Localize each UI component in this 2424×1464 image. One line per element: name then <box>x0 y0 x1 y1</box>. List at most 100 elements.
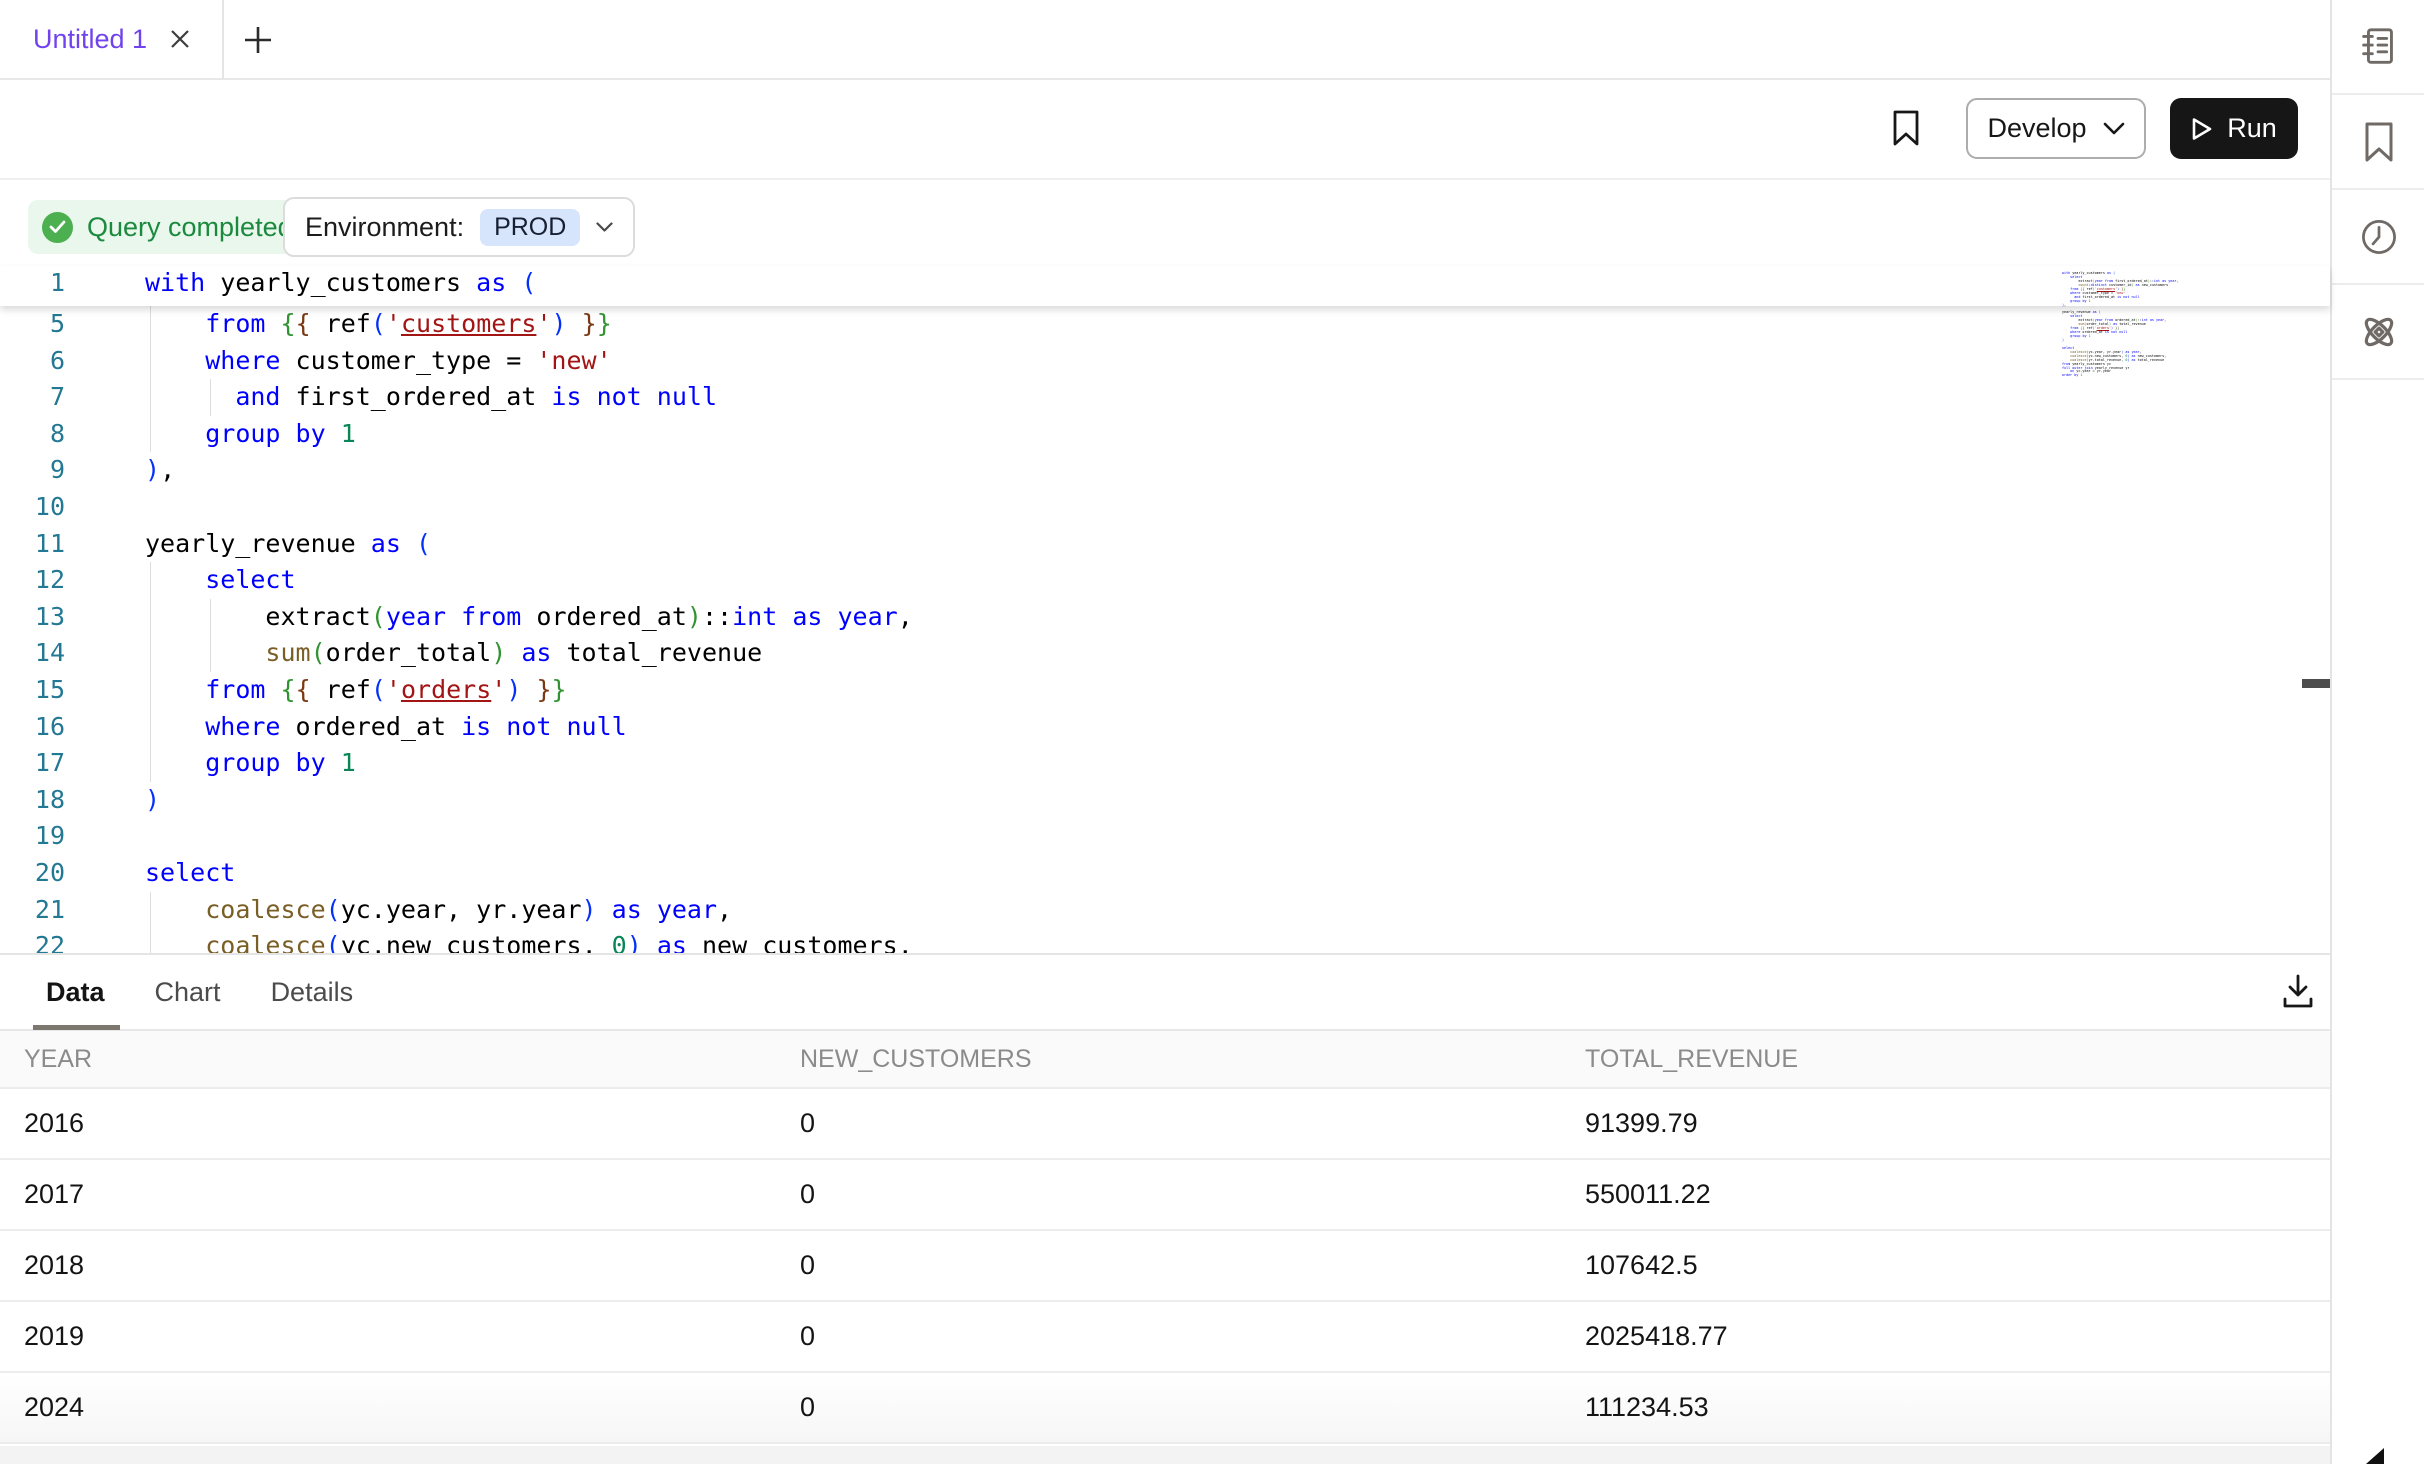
column-header: NEW_CUSTOMERS <box>800 1045 1585 1074</box>
resize-corner-handle[interactable] <box>2366 1448 2384 1464</box>
line-number: 5 <box>0 306 65 343</box>
table-row[interactable]: 2016091399.79 <box>0 1089 2330 1160</box>
line-number: 9 <box>0 452 65 489</box>
tab-details[interactable]: Details <box>271 954 354 1030</box>
table-cell: 2024 <box>24 1392 800 1423</box>
sidebar-item-bookmarks[interactable] <box>2332 95 2424 190</box>
code-line[interactable]: 9), <box>0 452 2215 489</box>
run-label: Run <box>2227 113 2277 144</box>
tab-data[interactable]: Data <box>46 954 105 1030</box>
table-cell: 0 <box>800 1179 1585 1210</box>
line-number: 17 <box>0 745 65 782</box>
code-line[interactable]: 8 group by 1 <box>0 416 2215 453</box>
line-number: 19 <box>0 818 65 855</box>
table-cell: 111234.53 <box>1585 1392 2330 1423</box>
sidebar-item-notebook[interactable] <box>2332 0 2424 95</box>
minimap-line: order by 1 <box>2062 374 2217 378</box>
line-number: 6 <box>0 343 65 380</box>
line-number: 16 <box>0 709 65 746</box>
tab-title: Untitled 1 <box>33 24 147 55</box>
line-number: 8 <box>0 416 65 453</box>
tab-untitled-1[interactable]: Untitled 1 <box>0 0 222 78</box>
tab-chart[interactable]: Chart <box>155 954 221 1030</box>
code-line[interactable]: 20select <box>0 855 2215 892</box>
line-number: 22 <box>0 928 65 953</box>
sql-editor[interactable]: 5 from {{ ref('customers') }}6 where cus… <box>0 266 2330 953</box>
code-line[interactable]: 18) <box>0 782 2215 819</box>
line-number: 14 <box>0 635 65 672</box>
environment-selector[interactable]: Environment: PROD <box>283 197 635 257</box>
run-button[interactable]: Run <box>2170 98 2298 159</box>
code-line[interactable]: 11yearly_revenue as ( <box>0 526 2215 563</box>
table-cell: 2017 <box>24 1179 800 1210</box>
code-line[interactable]: 19 <box>0 818 2215 855</box>
bookmark-icon[interactable] <box>1884 104 1928 152</box>
table-row[interactable]: 201902025418.77 <box>0 1302 2330 1373</box>
line-number: 1 <box>0 266 65 300</box>
table-cell: 0 <box>800 1250 1585 1281</box>
code-line[interactable]: 17 group by 1 <box>0 745 2215 782</box>
line-number: 10 <box>0 489 65 526</box>
table-row[interactable]: 20180107642.5 <box>0 1231 2330 1302</box>
table-bottom-strip <box>0 1446 2330 1464</box>
table-cell: 2025418.77 <box>1585 1321 2330 1352</box>
overview-ruler-marker[interactable] <box>2302 679 2330 688</box>
table-cell: 0 <box>800 1321 1585 1352</box>
line-number: 11 <box>0 526 65 563</box>
code-line[interactable]: 22 coalesce(yc.new_customers, 0) as new_… <box>0 928 2215 953</box>
sticky-scroll-line[interactable]: 1with yearly_customers as ( <box>0 266 2330 306</box>
code-line[interactable]: 14 sum(order_total) as total_revenue <box>0 635 2215 672</box>
toolbar: Develop Run <box>0 80 2330 180</box>
table-row[interactable]: 20240111234.53 <box>0 1373 2330 1444</box>
chevron-down-icon <box>2103 122 2125 136</box>
check-circle-icon <box>42 212 73 243</box>
code-line[interactable]: 21 coalesce(yc.year, yr.year) as year, <box>0 892 2215 929</box>
code-line[interactable]: 15 from {{ ref('orders') }} <box>0 672 2215 709</box>
table-cell: 2019 <box>24 1321 800 1352</box>
column-header: YEAR <box>24 1045 800 1074</box>
notebook-icon <box>2356 24 2402 70</box>
develop-label: Develop <box>1987 113 2086 144</box>
new-tab-button[interactable] <box>236 18 280 62</box>
environment-label: Environment: <box>305 212 464 243</box>
table-body: 2016091399.7920170550011.2220180107642.5… <box>0 1089 2330 1444</box>
table-cell: 550011.22 <box>1585 1179 2330 1210</box>
code-line[interactable]: 10 <box>0 489 2215 526</box>
table-cell: 0 <box>800 1392 1585 1423</box>
line-number: 13 <box>0 599 65 636</box>
sidebar-item-history[interactable] <box>2332 190 2424 285</box>
tab-divider <box>222 0 224 78</box>
chevron-down-icon <box>596 222 613 233</box>
download-icon <box>2280 973 2316 1011</box>
column-header: TOTAL_REVENUE <box>1585 1045 2330 1074</box>
table-cell: 91399.79 <box>1585 1108 2330 1139</box>
sidebar-item-lineage[interactable] <box>2332 285 2424 380</box>
results-tab-bar: Data Chart Details <box>0 955 2330 1031</box>
table-cell: 107642.5 <box>1585 1250 2330 1281</box>
line-number: 12 <box>0 562 65 599</box>
history-clock-icon <box>2357 215 2401 259</box>
environment-value-chip: PROD <box>480 209 580 246</box>
results-table: YEARNEW_CUSTOMERSTOTAL_REVENUE 201609139… <box>0 1031 2330 1444</box>
line-number: 7 <box>0 379 65 416</box>
download-results-button[interactable] <box>2272 966 2324 1018</box>
code-line[interactable]: 1with yearly_customers as ( <box>0 266 2330 304</box>
code-line[interactable]: 5 from {{ ref('customers') }} <box>0 306 2215 343</box>
table-cell: 2018 <box>24 1250 800 1281</box>
minimap[interactable]: with yearly_customers as ( select extrac… <box>2062 272 2217 378</box>
code-line[interactable]: 12 select <box>0 562 2215 599</box>
ide-window: Untitled 1 Develop Run Query completed i… <box>0 0 2424 1464</box>
bookmark-icon <box>2359 120 2399 164</box>
code-line[interactable]: 16 where ordered_at is not null <box>0 709 2215 746</box>
develop-button[interactable]: Develop <box>1966 98 2146 159</box>
code-line[interactable]: 6 where customer_type = 'new' <box>0 343 2215 380</box>
table-row[interactable]: 20170550011.22 <box>0 1160 2330 1231</box>
line-number: 18 <box>0 782 65 819</box>
code-line[interactable]: 7 and first_ordered_at is not null <box>0 379 2215 416</box>
tab-bar: Untitled 1 <box>0 0 2330 80</box>
play-icon <box>2191 117 2213 141</box>
code-lines[interactable]: 5 from {{ ref('customers') }}6 where cus… <box>0 306 2215 953</box>
code-line[interactable]: 13 extract(year from ordered_at)::int as… <box>0 599 2215 636</box>
close-icon[interactable] <box>163 22 197 56</box>
line-number: 21 <box>0 892 65 929</box>
